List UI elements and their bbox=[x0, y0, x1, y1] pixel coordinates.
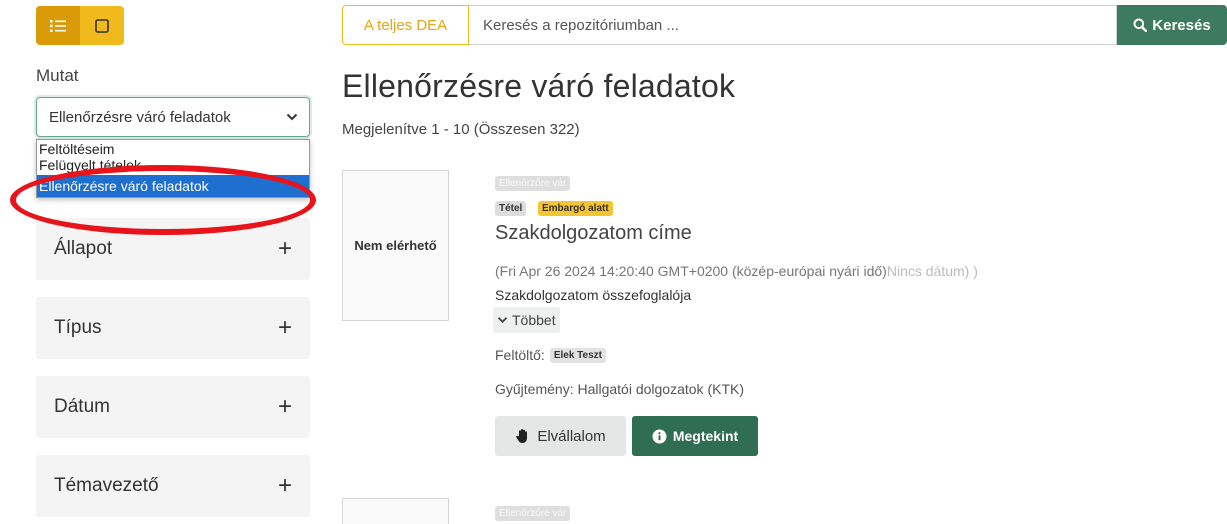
claim-button-label: Elvállalom bbox=[537, 427, 606, 445]
hand-icon bbox=[516, 429, 528, 443]
show-select-value: Ellenőrzésre váró feladatok bbox=[49, 108, 231, 126]
uploader-label: Feltöltő: bbox=[495, 347, 545, 363]
search-bar: A teljes DEA Keresés bbox=[342, 5, 1227, 45]
view-button[interactable]: Megtekint bbox=[632, 416, 758, 456]
uploader-row: Feltöltő: Elek Teszt bbox=[495, 347, 606, 363]
plus-icon: + bbox=[277, 235, 292, 262]
plus-icon: + bbox=[277, 393, 292, 420]
plus-icon: + bbox=[277, 472, 292, 499]
show-more-button[interactable]: Többet bbox=[493, 307, 560, 333]
search-scope-button[interactable]: A teljes DEA bbox=[342, 5, 469, 45]
grid-view-button[interactable] bbox=[80, 6, 124, 45]
view-toggle bbox=[36, 6, 124, 45]
type-badge: Tétel bbox=[495, 201, 527, 216]
show-select[interactable]: Ellenőrzésre váró feladatok bbox=[36, 97, 310, 137]
status-badge: Ellenőrzőre vár bbox=[495, 176, 571, 191]
uploader-badge: Elek Teszt bbox=[549, 347, 606, 363]
item-collection: Gyűjtemény: Hallgatói dolgozatok (KTK) bbox=[495, 381, 744, 397]
page-title: Ellenőrzésre váró feladatok bbox=[342, 68, 736, 104]
search-input[interactable] bbox=[469, 5, 1117, 45]
facet-title: Témavezető bbox=[54, 475, 159, 496]
result-count: Megjelenítve 1 - 10 (Összesen 322) bbox=[342, 121, 580, 138]
view-button-label: Megtekint bbox=[672, 428, 739, 444]
facet-title: Dátum bbox=[54, 396, 110, 417]
facet-date[interactable]: Dátum + bbox=[36, 376, 310, 438]
item-date: (Fri Apr 26 2024 14:20:40 GMT+0200 (közé… bbox=[495, 263, 978, 279]
item-title[interactable]: Szakdolgozatom címe bbox=[495, 222, 692, 245]
search-icon bbox=[1133, 18, 1148, 32]
status-badge: Ellenőrzőre vár bbox=[495, 506, 571, 521]
show-label: Mutat bbox=[36, 66, 79, 85]
claim-button[interactable]: Elvállalom bbox=[495, 416, 626, 456]
item-abstract: Szakdolgozatom összefoglalója bbox=[495, 287, 692, 303]
facet-supervisor[interactable]: Témavezető + bbox=[36, 455, 310, 517]
list-view-button[interactable] bbox=[36, 6, 80, 45]
list-icon bbox=[50, 19, 66, 32]
chevron-down-icon bbox=[497, 317, 508, 324]
facet-title: Típus bbox=[54, 317, 102, 338]
annotation-ellipse bbox=[10, 165, 316, 235]
embargo-badge: Embargó alatt bbox=[538, 201, 613, 216]
search-button-label: Keresés bbox=[1152, 16, 1211, 34]
facet-title: Állapot bbox=[54, 238, 113, 259]
chevron-down-icon bbox=[286, 113, 298, 121]
item-thumbnail[interactable] bbox=[342, 498, 449, 524]
item-thumbnail[interactable]: Nem elérhető bbox=[342, 170, 449, 321]
search-button[interactable]: Keresés bbox=[1117, 5, 1227, 45]
info-icon bbox=[652, 429, 667, 443]
facet-type[interactable]: Típus + bbox=[36, 297, 310, 359]
dropdown-option[interactable]: Feltöltéseim bbox=[37, 140, 309, 159]
square-icon bbox=[95, 18, 109, 33]
plus-icon: + bbox=[277, 314, 292, 341]
show-more-label: Többet bbox=[512, 312, 556, 328]
thumbnail-placeholder-text: Nem elérhető bbox=[354, 238, 437, 253]
